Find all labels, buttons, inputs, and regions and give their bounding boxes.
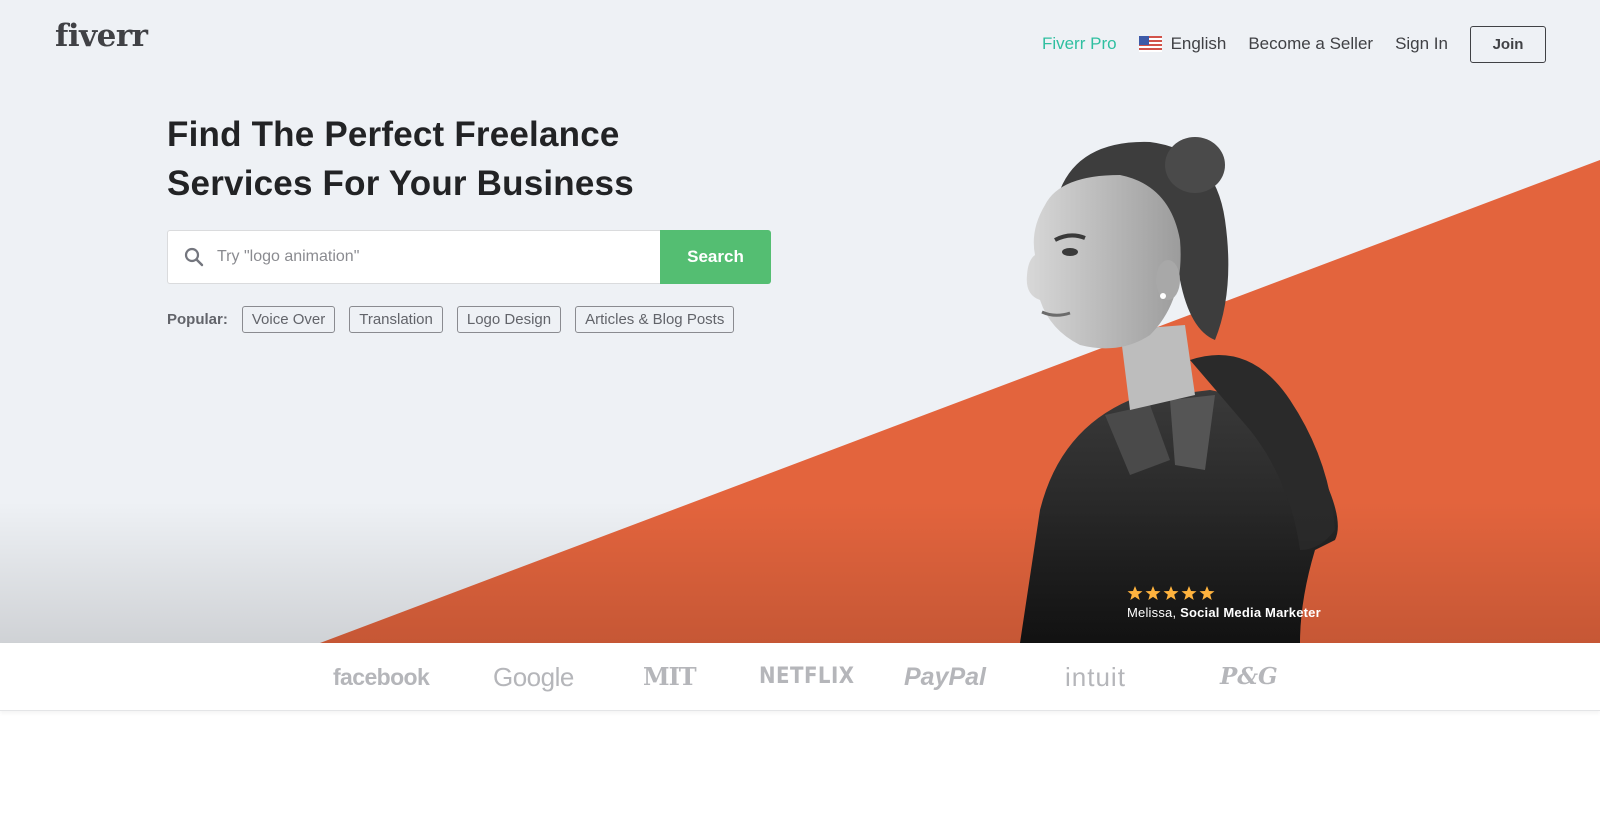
popular-tag-voice-over[interactable]: Voice Over xyxy=(241,306,336,333)
hero-headline-line2: Services For Your Business xyxy=(167,164,634,203)
popular-tag-logo-design[interactable]: Logo Design xyxy=(456,306,562,333)
rating-stars xyxy=(1127,585,1321,601)
brand-logo-netflix: NETFLIX xyxy=(759,664,855,689)
nav-sign-in-link[interactable]: Sign In xyxy=(1395,34,1448,54)
hero-search-bar: Search xyxy=(167,230,771,284)
popular-tag-translation[interactable]: Translation xyxy=(349,306,443,333)
hero-portrait-image xyxy=(1020,137,1338,643)
star-icon xyxy=(1199,586,1215,600)
brand-logo-facebook: facebook xyxy=(333,664,430,690)
search-input[interactable] xyxy=(217,248,657,266)
testimonial-caption: Melissa, Social Media Marketer xyxy=(1127,585,1321,620)
brand-logo-google: Google xyxy=(493,662,574,692)
testimonial-name: Melissa, xyxy=(1127,605,1177,620)
hero-headline: Find The Perfect Freelance Services For … xyxy=(167,110,687,208)
fiverr-logo[interactable]: fiverr xyxy=(55,18,148,54)
brand-logo-intuit: intuit xyxy=(1065,662,1126,692)
top-navigation: Fiverr Pro English Become a Seller Sign … xyxy=(1042,25,1546,63)
star-icon xyxy=(1181,586,1197,600)
nav-language-label: English xyxy=(1170,34,1227,53)
brand-logo-pg: P&G xyxy=(1220,663,1278,690)
nav-become-seller-link[interactable]: Become a Seller xyxy=(1248,34,1373,54)
star-icon xyxy=(1145,586,1161,600)
join-button[interactable]: Join xyxy=(1470,25,1546,63)
search-field-container[interactable] xyxy=(167,230,660,284)
testimonial-text: Melissa, Social Media Marketer xyxy=(1127,605,1321,620)
nav-language-selector[interactable]: English xyxy=(1138,34,1227,54)
search-button[interactable]: Search xyxy=(660,230,771,284)
popular-label: Popular: xyxy=(167,311,228,328)
star-icon xyxy=(1163,586,1179,600)
brand-logo-paypal: PayPal xyxy=(904,663,987,691)
hero-headline-line1: Find The Perfect Freelance xyxy=(167,115,620,154)
brand-logo-mit: MIT xyxy=(643,662,697,691)
star-icon xyxy=(1127,586,1143,600)
testimonial-role: Social Media Marketer xyxy=(1180,605,1321,620)
nav-fiverr-pro-link[interactable]: Fiverr Pro xyxy=(1042,34,1117,54)
us-flag-icon xyxy=(1138,36,1162,52)
search-icon xyxy=(184,247,204,267)
popular-searches: Popular: Voice Over Translation Logo Des… xyxy=(167,306,735,333)
hero-section: fiverr Fiverr Pro English Become a Selle… xyxy=(0,0,1600,643)
popular-tag-articles-blog-posts[interactable]: Articles & Blog Posts xyxy=(575,306,735,333)
